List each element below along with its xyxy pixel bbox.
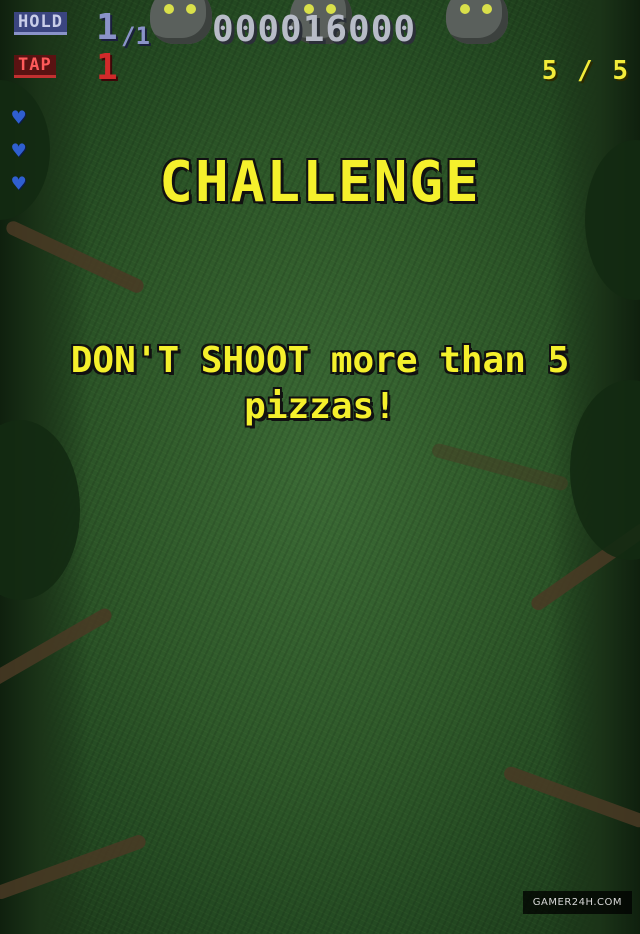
game-stage[interactable]: HOLD 1 /1 TAP 1 000016000 5 / 5 ♥ ♥ ♥ CHAL… <box>0 0 640 934</box>
challenge-line-1: DON'T SHOOT more than 5 <box>70 340 570 381</box>
tap-label: TAP <box>14 55 56 78</box>
heart-icon: ♥ <box>12 106 26 131</box>
challenge-progress: 5 / 5 <box>541 56 630 86</box>
hold-label: HOLD <box>14 12 67 35</box>
hold-count: 1 <box>96 7 118 48</box>
hold-max: /1 <box>121 22 150 50</box>
challenge-line-2: pizzas! <box>244 386 396 427</box>
blob-enemy-icon[interactable] <box>446 0 508 44</box>
grass-field <box>0 0 640 934</box>
watermark: GAMER24H.COM <box>522 891 632 914</box>
challenge-title: CHALLENGE <box>159 150 481 215</box>
tap-count: 1 <box>96 47 118 88</box>
challenge-description: DON'T SHOOT more than 5 pizzas! <box>0 338 640 430</box>
score-display: 000016000 <box>212 9 417 50</box>
blob-enemy-icon[interactable] <box>150 0 212 44</box>
